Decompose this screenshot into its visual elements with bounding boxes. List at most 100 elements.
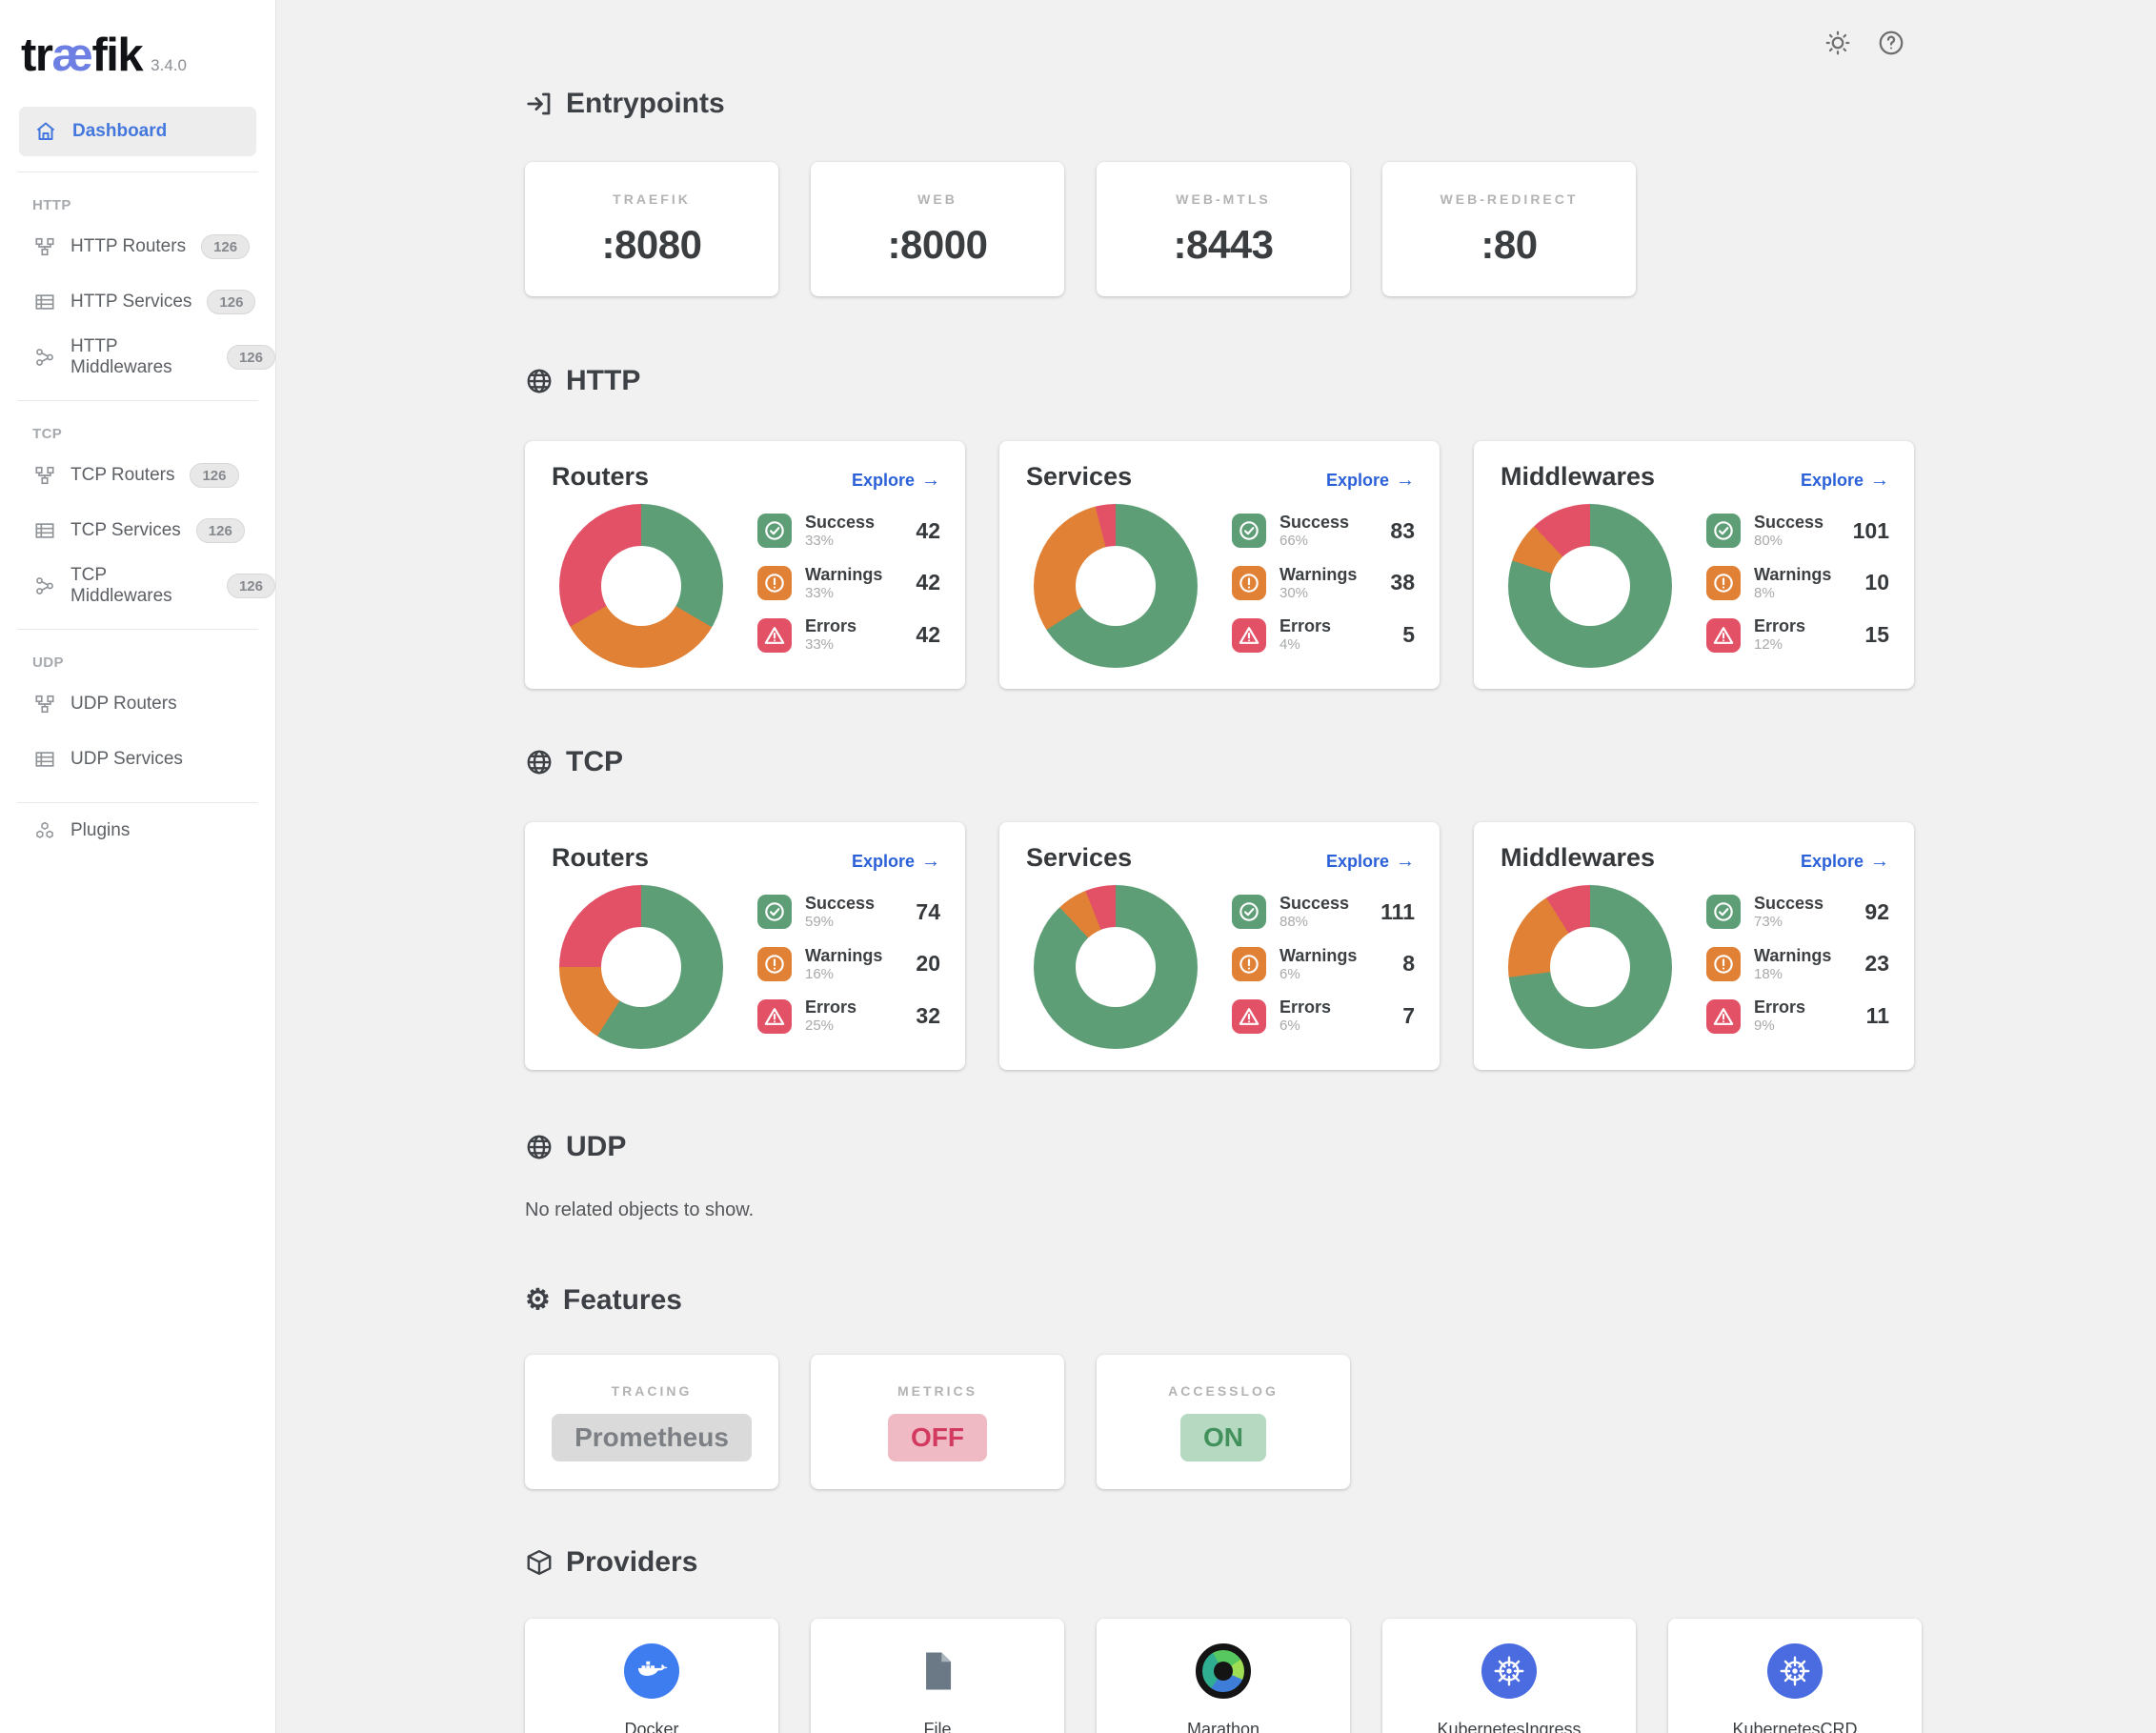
donut-chart — [1034, 504, 1198, 668]
kubernetes-helm-icon — [1767, 1643, 1823, 1699]
stat-value: 32 — [916, 1003, 940, 1029]
stat-value: 11 — [1866, 1003, 1889, 1029]
feature-name: TRACING — [612, 1383, 693, 1399]
entrypoints-header: Entrypoints — [525, 88, 2156, 120]
legend: Success88% 111 Warnings6% 8 Errors6% 7 — [1232, 895, 1415, 1034]
plugins-cubes-icon — [34, 820, 55, 841]
help-question-icon[interactable] — [1875, 27, 1907, 59]
provider-card-kubernetesingress: KubernetesIngress — [1382, 1619, 1636, 1733]
stat-label: Errors — [805, 617, 856, 635]
legend: Success80% 101 Warnings8% 10 Errors12% 1… — [1706, 514, 1889, 653]
theme-toggle-sun-icon[interactable] — [1822, 27, 1854, 59]
service-list-icon — [34, 749, 55, 770]
explore-link[interactable]: Explore → — [1801, 470, 1889, 492]
sidebar-section-udp: UDP — [32, 655, 275, 671]
arrow-right-icon: → — [1396, 851, 1415, 873]
explore-link[interactable]: Explore→ — [852, 470, 940, 492]
error-triangle-icon — [1706, 999, 1741, 1034]
service-list-icon — [34, 292, 55, 312]
stat-label: Success — [805, 895, 875, 913]
stat-percent: 4% — [1279, 637, 1331, 653]
donut-chart — [1508, 885, 1672, 1049]
feature-name: METRICS — [897, 1383, 977, 1399]
explore-label: Explore — [1801, 471, 1864, 491]
provider-card-marathon: Marathon — [1097, 1619, 1350, 1733]
sidebar-item-label: UDP Services — [71, 749, 183, 770]
stat-value: 10 — [1864, 570, 1889, 595]
sidebar-item-label: HTTP Services — [71, 292, 191, 312]
arrow-right-icon: → — [1396, 470, 1415, 492]
card-title: Middlewares — [1501, 462, 1655, 492]
stat-value: 101 — [1853, 518, 1889, 544]
error-triangle-icon — [1706, 618, 1741, 653]
stat-value: 38 — [1390, 570, 1415, 595]
legend-row-success: Success33% 42 — [757, 514, 940, 549]
success-check-icon — [1706, 514, 1741, 548]
explore-link[interactable]: Explore→ — [1326, 470, 1415, 492]
provider-label: KubernetesIngress — [1437, 1720, 1581, 1733]
section-title: HTTP — [566, 365, 640, 397]
service-list-icon — [34, 520, 55, 541]
section-title: Providers — [566, 1546, 697, 1579]
arrow-right-icon: → — [1870, 470, 1889, 492]
sidebar-item-label: HTTP Routers — [71, 236, 186, 257]
sidebar-divider — [17, 629, 258, 630]
sidebar-item-tcp-middlewares[interactable]: TCP Middlewares 126 — [0, 558, 275, 614]
sidebar-item-label: Dashboard — [72, 121, 167, 142]
sidebar-item-udp-routers[interactable]: UDP Routers — [0, 676, 275, 732]
sidebar-item-dashboard[interactable]: Dashboard — [19, 107, 256, 156]
sidebar-item-tcp-routers[interactable]: TCP Routers 126 — [0, 448, 275, 503]
stat-value: 74 — [916, 899, 940, 925]
sidebar-item-udp-services[interactable]: UDP Services — [0, 732, 275, 787]
card-title: Services — [1026, 462, 1132, 492]
count-badge: 126 — [227, 345, 275, 370]
sidebar-item-plugins[interactable]: Plugins — [0, 803, 275, 858]
stat-label: Warnings — [1279, 947, 1357, 965]
tcp-services-card: Services Explore→ Success88% 111 Warning… — [999, 822, 1440, 1070]
providers-row: Docker File Marathon KubernetesI — [525, 1619, 2156, 1733]
arrow-right-icon: → — [1870, 851, 1889, 873]
feature-name: ACCESSLOG — [1168, 1383, 1279, 1399]
sidebar-item-http-routers[interactable]: HTTP Routers 126 — [0, 219, 275, 274]
legend: Success59% 74 Warnings16% 20 Errors25% 3… — [757, 895, 940, 1034]
router-tree-icon — [34, 465, 55, 486]
success-check-icon — [1232, 514, 1266, 548]
sidebar-item-tcp-services[interactable]: TCP Services 126 — [0, 503, 275, 558]
explore-label: Explore — [1326, 852, 1389, 872]
stat-value: 15 — [1864, 622, 1889, 648]
legend-row-errors: Errors25% 32 — [757, 998, 940, 1034]
sidebar-item-label: TCP Services — [71, 520, 181, 541]
globe-icon — [525, 1133, 554, 1161]
success-check-icon — [757, 895, 792, 929]
explore-link[interactable]: Explore→ — [1801, 851, 1889, 873]
entrypoint-name: TRAEFIK — [613, 191, 691, 207]
provider-label: File — [923, 1720, 951, 1733]
sidebar-item-http-services[interactable]: HTTP Services 126 — [0, 274, 275, 330]
app-version: 3.4.0 — [151, 56, 187, 75]
stat-label: Errors — [1754, 617, 1805, 635]
legend-row-warnings: Warnings16% 20 — [757, 947, 940, 982]
arrow-right-icon: → — [921, 851, 940, 873]
stat-label: Success — [1279, 514, 1349, 532]
explore-label: Explore — [852, 471, 915, 491]
feature-card-tracing: TRACING Prometheus — [525, 1355, 778, 1489]
provider-label: KubernetesCRD — [1732, 1720, 1857, 1733]
legend-row-warnings: Warnings6% 8 — [1232, 947, 1415, 982]
stat-percent: 80% — [1754, 534, 1824, 549]
sidebar-item-http-middlewares[interactable]: HTTP Middlewares 126 — [0, 330, 275, 385]
section-title: Features — [563, 1284, 682, 1317]
logo-tr: tr — [21, 30, 51, 81]
stat-percent: 66% — [1279, 534, 1349, 549]
stat-value: 8 — [1402, 951, 1415, 977]
entrypoint-port: :8080 — [602, 222, 702, 268]
sidebar: træfik 3.4.0 Dashboard HTTP HTTP Routers… — [0, 0, 276, 1733]
legend-row-success: Success59% 74 — [757, 895, 940, 930]
stat-percent: 88% — [1279, 915, 1349, 930]
legend-row-warnings: Warnings30% 38 — [1232, 566, 1415, 601]
explore-link[interactable]: Explore → — [1326, 851, 1415, 873]
http-services-card: Services Explore→ Success66% 83 Warnings… — [999, 441, 1440, 689]
explore-link[interactable]: Explore→ — [852, 851, 940, 873]
warning-circle-icon — [1232, 566, 1266, 600]
stat-percent: 9% — [1754, 1018, 1805, 1034]
home-icon — [34, 120, 57, 143]
